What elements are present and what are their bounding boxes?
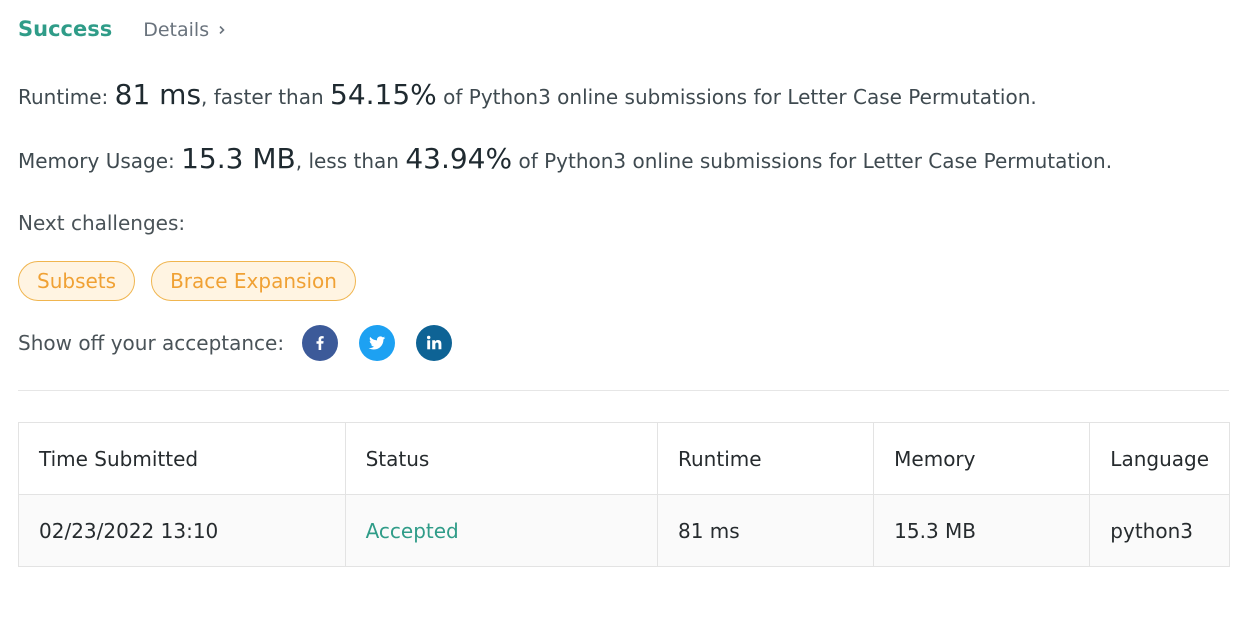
column-header-runtime: Runtime: [656, 422, 875, 495]
section-divider: [18, 390, 1229, 391]
column-header-memory: Memory: [873, 422, 1091, 495]
share-row: Show off your acceptance:: [18, 325, 473, 361]
memory-suffix: of Python3 online submissions for Letter…: [518, 149, 1113, 173]
result-header: Success Details: [18, 17, 226, 41]
facebook-glyph: [316, 336, 324, 350]
column-header-status: Status: [344, 422, 659, 495]
cell-status-accepted[interactable]: Accepted: [344, 494, 659, 567]
memory-summary: Memory Usage: 15.3 MB, less than 43.94% …: [18, 142, 1112, 175]
runtime-suffix: of Python3 online submissions for Letter…: [443, 85, 1037, 109]
details-link[interactable]: Details: [143, 19, 226, 41]
runtime-percent: 54.15%: [330, 78, 437, 111]
runtime-label: Runtime:: [18, 85, 109, 109]
linkedin-icon[interactable]: [416, 325, 452, 361]
memory-value: 15.3 MB: [181, 142, 296, 175]
cell-memory: 15.3 MB: [873, 494, 1091, 567]
details-label: Details: [143, 19, 210, 41]
cell-language: python3: [1089, 494, 1230, 567]
cell-runtime: 81 ms: [656, 494, 875, 567]
submissions-table: Time Submitted Status Runtime Memory Lan…: [18, 422, 1230, 567]
chevron-right-icon: [219, 26, 225, 34]
success-status: Success: [18, 17, 113, 41]
runtime-compare: , faster than: [201, 85, 324, 109]
facebook-icon[interactable]: [302, 325, 338, 361]
column-header-language: Language: [1089, 422, 1230, 495]
runtime-summary: Runtime: 81 ms, faster than 54.15% of Py…: [18, 78, 1037, 111]
challenge-tag-brace-expansion[interactable]: Brace Expansion: [151, 261, 356, 301]
memory-percent: 43.94%: [405, 142, 513, 175]
twitter-icon[interactable]: [359, 325, 395, 361]
column-header-time-submitted: Time Submitted: [18, 422, 346, 495]
challenge-tag-subsets[interactable]: Subsets: [18, 261, 136, 301]
next-challenges-label: Next challenges:: [18, 211, 186, 235]
linkedin-glyph: [426, 335, 442, 350]
share-label: Show off your acceptance:: [18, 331, 285, 355]
table-header-row: Time Submitted Status Runtime Memory Lan…: [18, 422, 1230, 495]
twitter-glyph: [368, 336, 386, 350]
memory-compare: , less than: [295, 149, 399, 173]
runtime-value: 81 ms: [114, 78, 202, 111]
memory-label: Memory Usage:: [18, 149, 175, 173]
table-row: 02/23/2022 13:10 Accepted 81 ms 15.3 MB …: [18, 494, 1230, 567]
cell-time-submitted: 02/23/2022 13:10: [18, 494, 346, 567]
next-challenges-tags: Subsets Brace Expansion: [18, 261, 372, 301]
